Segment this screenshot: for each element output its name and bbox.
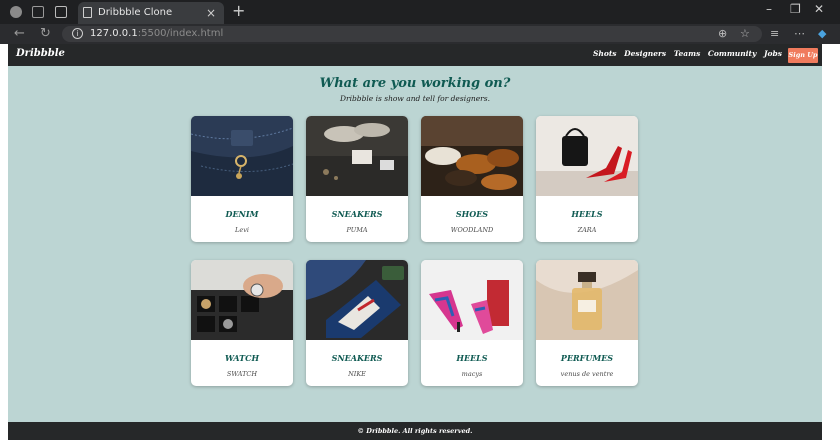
card-brand: WOODLAND [450, 226, 494, 234]
card-title: HEELS [456, 353, 488, 363]
card-brand: PUMA [346, 226, 368, 234]
minimize-icon[interactable]: – [766, 2, 772, 16]
card-title: WATCH [224, 353, 260, 363]
address-bar-row: ← ↻ i 127.0.0.1:5500/index.html ⊕ ☆ ≡ ⋯ … [0, 24, 840, 44]
card-brand: macys [461, 370, 483, 378]
shoes-photo [421, 116, 523, 196]
nav-link-shots[interactable]: Shots [593, 49, 617, 58]
card-brand: venus de ventre [560, 370, 614, 378]
nav-link-designers[interactable]: Designers [624, 49, 666, 58]
nav-links: Shots Designers Teams Community Jobs [588, 49, 782, 58]
product-card[interactable]: PERFUMES venus de ventre [536, 260, 638, 386]
url-field[interactable]: i 127.0.0.1:5500/index.html [62, 26, 762, 42]
product-card[interactable]: SNEAKERS NIKE [306, 260, 408, 386]
card-title: HEELS [571, 209, 603, 219]
denim-photo [191, 116, 293, 196]
card-title: PERFUMES [560, 353, 614, 363]
workspaces-icon[interactable] [32, 6, 44, 18]
page-viewport: Dribbble Shots Designers Teams Community… [8, 44, 822, 440]
favorites-list-icon[interactable]: ≡ [770, 27, 779, 40]
card-brand: Levi [235, 226, 249, 234]
card-title: SNEAKERS [331, 209, 383, 219]
page-icon [83, 7, 92, 18]
perfume-photo [536, 260, 638, 340]
profile-icon[interactable] [10, 6, 22, 18]
card-brand: ZARA [577, 226, 597, 234]
close-window-icon[interactable]: ✕ [814, 2, 824, 16]
site-footer: © Dribbble. All rights reserved. [8, 422, 822, 440]
sneakers-nike-photo [306, 260, 408, 340]
card-title: SHOES [455, 209, 489, 219]
card-title: SNEAKERS [331, 353, 383, 363]
product-card[interactable]: SNEAKERS PUMA [306, 116, 408, 242]
sneakers-photo [306, 116, 408, 196]
card-brand: NIKE [348, 370, 366, 378]
url-host: 127.0.0.1 [90, 28, 138, 39]
site-navbar: Dribbble Shots Designers Teams Community… [8, 44, 822, 66]
product-card[interactable]: SHOES WOODLAND [421, 116, 523, 242]
product-card[interactable]: DENIM Levi [191, 116, 293, 242]
more-icon[interactable]: ⋯ [794, 27, 805, 40]
product-card[interactable]: HEELS macys [421, 260, 523, 386]
hero-subtitle: Dribbble is show and tell for designers. [339, 94, 490, 103]
heels-macys-photo [421, 260, 523, 340]
tab-title: Dribbble Clone [98, 7, 173, 18]
browser-window: Dribbble Clone × + – ❐ ✕ ← ↻ i 127.0.0.1… [0, 0, 840, 448]
zoom-icon[interactable]: ⊕ [718, 27, 727, 40]
card-brand: SWATCH [226, 370, 258, 378]
site-info-icon[interactable]: i [72, 28, 83, 39]
hero-title: What are you working on? [319, 76, 511, 91]
site-logo[interactable]: Dribbble [16, 48, 65, 59]
restore-icon[interactable]: ❐ [790, 2, 801, 16]
watch-photo [191, 260, 293, 340]
copilot-icon[interactable]: ◆ [818, 27, 826, 40]
product-card[interactable]: HEELS ZARA [536, 116, 638, 242]
favorite-icon[interactable]: ☆ [740, 27, 750, 40]
new-tab-icon[interactable]: + [232, 1, 245, 20]
signup-button[interactable]: Sign Up [788, 48, 818, 63]
browser-tab[interactable]: Dribbble Clone × [78, 2, 224, 24]
heels-photo [536, 116, 638, 196]
tab-actions-icon[interactable] [55, 6, 67, 18]
close-tab-icon[interactable]: × [206, 2, 216, 24]
reload-icon[interactable]: ↻ [40, 26, 51, 41]
url-path: :5500/index.html [137, 28, 224, 39]
back-icon[interactable]: ← [14, 26, 25, 41]
nav-link-community[interactable]: Community [708, 49, 756, 58]
product-card[interactable]: WATCH SWATCH [191, 260, 293, 386]
tab-bar: Dribbble Clone × + – ❐ ✕ [0, 0, 840, 24]
card-title: DENIM [225, 209, 259, 219]
nav-link-jobs[interactable]: Jobs [764, 49, 782, 58]
nav-link-teams[interactable]: Teams [674, 49, 701, 58]
